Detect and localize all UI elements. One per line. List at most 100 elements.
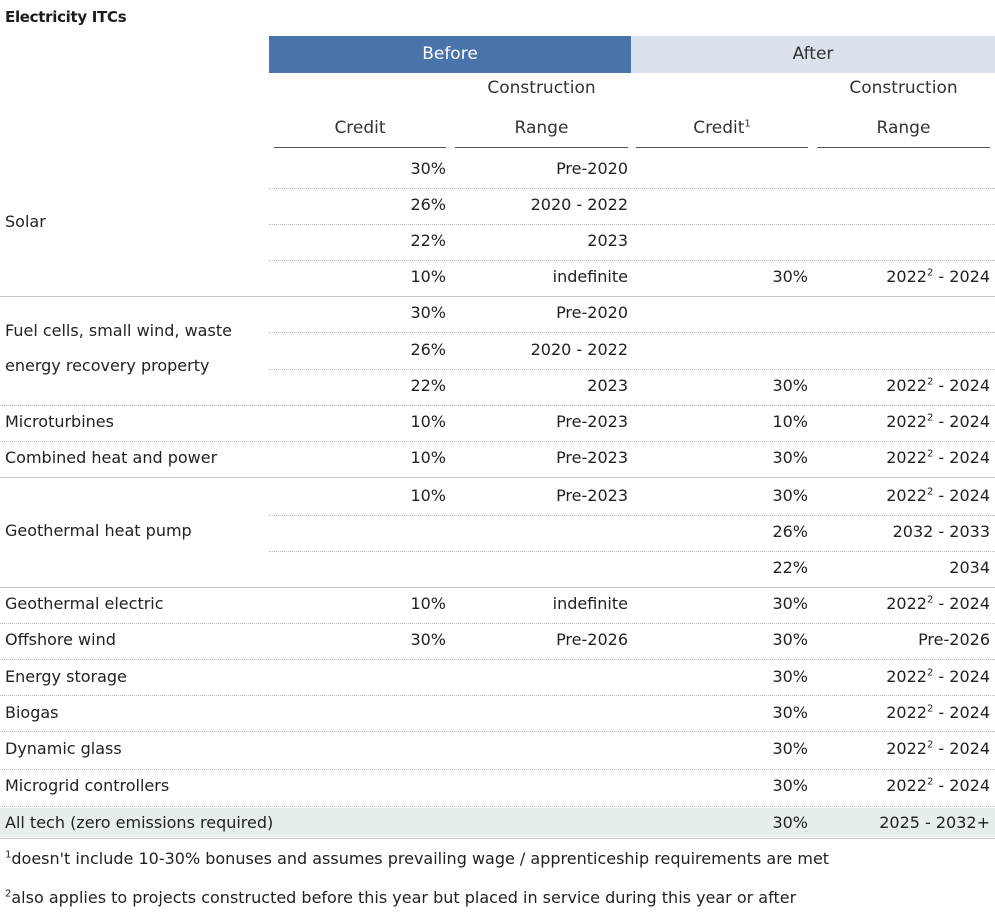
before-credit-cell: 10% [410,267,446,286]
header-rule [817,147,990,148]
range-start: 2022 [886,739,927,758]
row-label-fuel-cells-line2: energy recovery property [5,356,210,375]
before-credit-cell: 10% [410,486,446,505]
row-divider [269,515,995,516]
range-end: - 2024 [933,267,990,286]
before-range-cell: indefinite [552,594,628,613]
before-construction-header: Construction [487,78,596,98]
row-label-geothermal-electric: Geothermal electric [5,594,164,613]
before-range-cell: 2020 - 2022 [530,340,628,359]
before-range-cell: Pre-2023 [556,486,628,505]
before-range-cell: 2023 [587,231,628,250]
before-credit-cell: 30% [410,630,446,649]
row-divider [269,369,995,370]
before-range-cell: Pre-2026 [556,630,628,649]
after-credit-cell: 22% [772,558,808,577]
after-credit-cell: 30% [772,739,808,758]
after-credit-label: Credit [693,118,745,138]
row-divider [0,659,995,660]
after-range-cell: 20222 - 2024 [886,776,990,796]
after-range-cell: 20222 - 2024 [886,267,990,287]
range-start: 2025 - 2032+ [879,813,990,832]
row-divider [269,224,995,225]
header-rule [274,147,446,148]
row-divider [0,623,995,624]
after-credit-header: Credit1 [636,118,808,138]
range-end: - 2024 [933,448,990,467]
row-divider [0,769,995,770]
after-header: After [631,36,995,73]
range-start: 2032 - 2033 [892,522,990,541]
after-credit-cell: 30% [772,376,808,395]
header-rule [455,147,628,148]
range-start: 2022 [886,667,927,686]
before-range-cell: Pre-2023 [556,448,628,467]
table-title: Electricity ITCs [5,8,127,26]
before-credit-header: Credit [334,118,386,138]
range-start: 2022 [886,703,927,722]
before-credit-cell: 22% [410,231,446,250]
row-label-all-tech: All tech (zero emissions required) [5,813,274,832]
range-start: 2022 [886,776,927,795]
before-credit-cell: 10% [410,594,446,613]
after-range-cell: 20222 - 2024 [886,412,990,432]
before-credit-cell: 30% [410,159,446,178]
after-construction-header: Construction [849,78,958,98]
after-range-cell: 20222 - 2024 [886,703,990,723]
range-end: - 2024 [933,739,990,758]
row-label-energy-storage: Energy storage [5,667,127,686]
after-credit-cell: 30% [772,813,808,832]
row-label-microturbines: Microturbines [5,412,114,431]
range-end: - 2024 [933,703,990,722]
before-credit-cell: 10% [410,448,446,467]
footnote-2: 2also applies to projects constructed be… [5,888,796,907]
after-credit-cell: 30% [772,776,808,795]
after-credit-cell: 30% [772,703,808,722]
table-bottom-rule [0,838,995,839]
after-range-cell: 20222 - 2024 [886,486,990,506]
row-divider [0,441,995,442]
before-range-cell: Pre-2020 [556,159,628,178]
row-label-biogas: Biogas [5,703,59,722]
before-range-cell: 2020 - 2022 [530,195,628,214]
row-divider [0,731,995,732]
before-credit-cell: 10% [410,412,446,431]
row-label-dynamic-glass: Dynamic glass [5,739,122,758]
range-end: - 2024 [933,486,990,505]
after-range-cell: 2034 [949,558,990,578]
after-range-cell: 20222 - 2024 [886,448,990,468]
after-credit-cell: 30% [772,267,808,286]
before-range-header: Range [514,118,569,138]
after-range-cell: 20222 - 2024 [886,739,990,759]
range-start: 2034 [949,558,990,577]
range-end: - 2024 [933,594,990,613]
after-credit-cell: 30% [772,486,808,505]
after-range-cell: 2025 - 2032+ [879,813,990,833]
before-range-cell: indefinite [552,267,628,286]
row-divider [269,551,995,552]
range-start: 2022 [886,448,927,467]
before-range-cell: Pre-2023 [556,412,628,431]
row-divider [0,405,995,406]
row-label-microgrid-controllers: Microgrid controllers [5,776,170,795]
range-start: 2022 [886,412,927,431]
range-start: 2022 [886,376,927,395]
footnote-text: also applies to projects constructed bef… [11,888,797,907]
row-divider [269,332,995,333]
before-header: Before [269,36,631,73]
row-divider [269,260,995,261]
after-credit-cell: 10% [772,412,808,431]
after-credit-cell: 30% [772,594,808,613]
after-credit-cell: 30% [772,667,808,686]
row-divider [269,188,995,189]
group-divider [0,587,995,588]
before-credit-cell: 22% [410,376,446,395]
range-start: 2022 [886,594,927,613]
after-range-header: Range [876,118,931,138]
after-range-cell: 20222 - 2024 [886,594,990,614]
header-rule [636,147,808,148]
after-range-cell: Pre-2026 [918,630,990,650]
after-credit-cell: 30% [772,630,808,649]
before-credit-cell: 26% [410,195,446,214]
before-credit-cell: 26% [410,340,446,359]
